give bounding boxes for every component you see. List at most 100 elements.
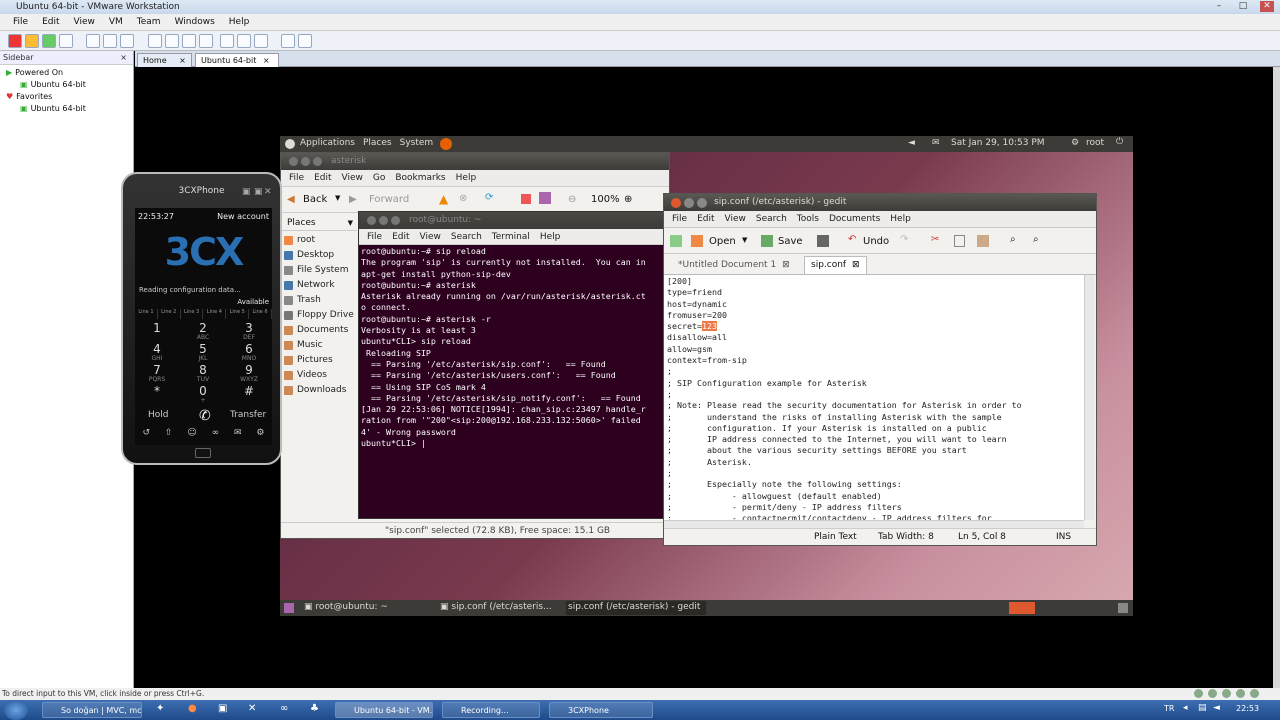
language-selector[interactable]: Plain Text — [814, 529, 857, 545]
unity-icon[interactable] — [220, 34, 234, 48]
device-network-icon[interactable] — [1222, 689, 1231, 698]
close-icon[interactable] — [367, 216, 376, 225]
print-icon[interactable] — [817, 235, 829, 247]
back-button[interactable]: Back — [303, 194, 327, 205]
tab-untitled[interactable]: *Untitled Document 1 ⊠ — [674, 257, 794, 273]
save-icon[interactable] — [761, 235, 773, 247]
menu-search[interactable]: Search — [447, 232, 486, 242]
dial-key[interactable]: 8 TUV — [181, 363, 225, 383]
device-sound-icon[interactable] — [1250, 689, 1259, 698]
panel-menu-places[interactable]: Places — [363, 138, 392, 148]
menu-file[interactable]: File — [8, 17, 33, 27]
cut-icon[interactable]: ✂ — [931, 234, 939, 245]
tab-close-icon[interactable]: × — [263, 56, 270, 65]
voicemail-icon[interactable]: ∞ — [212, 428, 220, 442]
tab-home[interactable]: Home × — [137, 53, 192, 67]
dial-key[interactable]: * — [135, 384, 179, 404]
device-disk-icon[interactable] — [1194, 689, 1203, 698]
tab-close-icon[interactable]: ⊠ — [852, 260, 860, 270]
line-button[interactable]: Line 5 — [226, 309, 250, 319]
explorer-icon[interactable]: ▣ — [218, 703, 227, 714]
menu-help[interactable]: Help — [452, 173, 481, 183]
tab-sip-conf[interactable]: sip.conf ⊠ — [804, 256, 867, 274]
panel-menu-system[interactable]: System — [400, 138, 434, 148]
presence-status[interactable]: Available — [237, 298, 269, 306]
line-button[interactable]: Line 2 — [158, 309, 181, 319]
task-gedit[interactable]: sip.conf (/etc/asterisk) - gedit — [566, 601, 706, 615]
redo-icon[interactable]: ↷ — [900, 234, 908, 245]
menu-view[interactable]: View — [721, 214, 750, 224]
task-browser[interactable]: So doğan | MVC, mc... — [42, 702, 142, 718]
dial-key[interactable]: 4 GHI — [135, 342, 179, 362]
menu-help[interactable]: Help — [536, 232, 565, 242]
power-icon[interactable]: ⏻ — [1116, 137, 1123, 147]
minimize-icon[interactable] — [379, 216, 388, 225]
transfer-button[interactable]: Transfer — [230, 410, 266, 420]
dial-key[interactable]: 3 DEF — [227, 321, 271, 341]
paste-icon[interactable] — [977, 235, 989, 247]
clock[interactable]: Sat Jan 29, 10:53 PM — [951, 138, 1045, 148]
show-desktop-icon[interactable] — [284, 603, 294, 613]
places-item[interactable]: Pictures — [281, 353, 357, 368]
line-button[interactable]: Line 1 — [135, 309, 158, 319]
close-icon[interactable] — [289, 157, 298, 166]
task-recording[interactable]: Recording... — [442, 702, 540, 718]
power-off-icon[interactable] — [8, 34, 22, 48]
reset-icon[interactable] — [59, 34, 73, 48]
menu-file[interactable]: File — [285, 173, 308, 183]
tree-item[interactable]: ♥ Favorites — [0, 91, 133, 103]
line-button[interactable]: Line 4 — [203, 309, 227, 319]
start-button[interactable] — [4, 700, 28, 720]
messenger-icon[interactable]: ∞ — [280, 703, 288, 714]
zoom-out-icon[interactable]: ⊖ — [568, 194, 576, 205]
revert-icon[interactable] — [103, 34, 117, 48]
line-button[interactable]: Line 6 — [249, 309, 272, 319]
task-vmware[interactable]: Ubuntu 64-bit - VM... — [335, 702, 433, 718]
device-cd-icon[interactable] — [1208, 689, 1217, 698]
task-3cxphone[interactable]: 3CXPhone — [549, 702, 653, 718]
menu-go[interactable]: Go — [369, 173, 389, 183]
tab-ubuntu[interactable]: Ubuntu 64-bit × — [195, 53, 279, 67]
snapshot-icon[interactable] — [86, 34, 100, 48]
panel-menu-applications[interactable]: Applications — [300, 138, 355, 148]
dial-key[interactable]: 9 WXYZ — [227, 363, 271, 383]
menu-view[interactable]: View — [69, 17, 100, 27]
close-icon[interactable]: ✕ — [264, 187, 272, 197]
file-browser-titlebar[interactable]: asterisk — [281, 153, 669, 170]
save-button[interactable]: Save — [778, 236, 803, 247]
maximize-icon[interactable] — [391, 216, 400, 225]
dial-key[interactable]: 1 — [135, 321, 179, 341]
search-icon[interactable]: ⌕ — [1010, 234, 1016, 245]
menu-vm[interactable]: VM — [104, 17, 128, 27]
message-icon[interactable]: ✉ — [234, 428, 242, 442]
tree-item[interactable]: ▶ Powered On — [0, 67, 133, 79]
open-icon[interactable] — [691, 235, 703, 247]
menu-help[interactable]: Help — [886, 214, 915, 224]
suspend-icon[interactable] — [25, 34, 39, 48]
dial-key[interactable]: # — [227, 384, 271, 404]
up-icon[interactable]: ▲ — [439, 192, 448, 206]
maximize-icon[interactable] — [697, 198, 707, 208]
guest-scrollbar[interactable] — [1273, 67, 1280, 688]
places-item[interactable]: Network — [281, 278, 357, 293]
workspace-switcher[interactable] — [1009, 602, 1035, 614]
home-icon[interactable] — [521, 194, 531, 204]
menu-view[interactable]: View — [416, 232, 445, 242]
menu-team[interactable]: Team — [132, 17, 166, 27]
undo-button[interactable]: Undo — [863, 236, 889, 247]
menu-bookmarks[interactable]: Bookmarks — [391, 173, 449, 183]
device-usb-icon[interactable] — [1236, 689, 1245, 698]
maximize-icon[interactable] — [313, 157, 322, 166]
view-console-icon[interactable] — [165, 34, 179, 48]
dial-key[interactable]: 7 PQRS — [135, 363, 179, 383]
tab-close-icon[interactable]: ⊠ — [782, 260, 790, 270]
terminal-titlebar[interactable]: root@ubuntu: ~ — [359, 212, 669, 229]
places-item[interactable]: root — [281, 233, 357, 248]
new-document-icon[interactable] — [670, 235, 682, 247]
tree-item[interactable]: ▣ Ubuntu 64-bit — [0, 79, 133, 91]
fit-guest-icon[interactable] — [254, 34, 268, 48]
places-item[interactable]: File System — [281, 263, 357, 278]
quick-switch-icon[interactable] — [237, 34, 251, 48]
places-item[interactable]: Music — [281, 338, 357, 353]
places-item[interactable]: Trash — [281, 293, 357, 308]
